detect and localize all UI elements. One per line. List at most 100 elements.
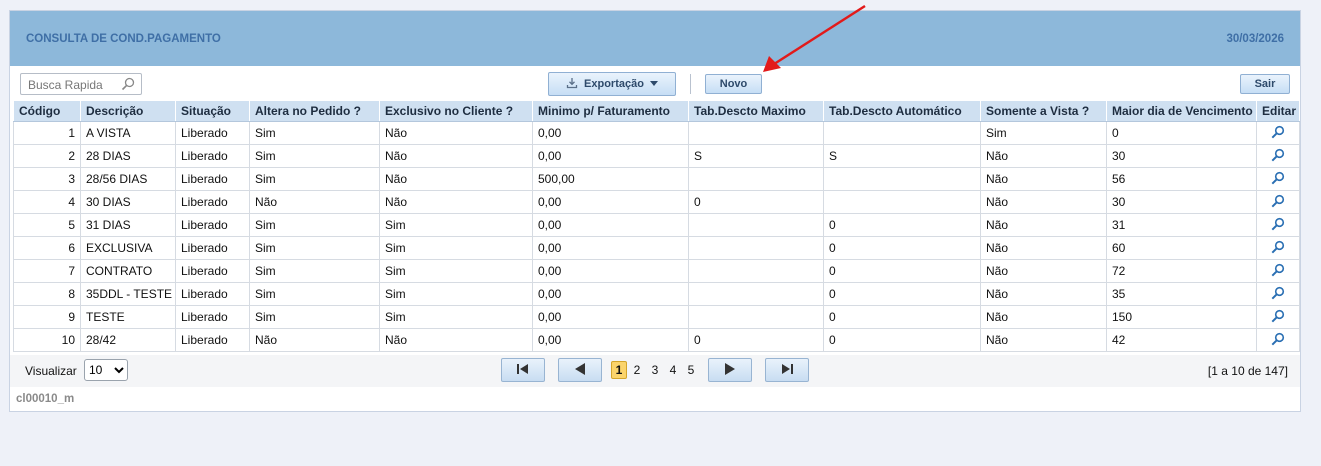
- table-cell: 9: [13, 305, 81, 329]
- table-row[interactable]: 7 CONTRATO Liberado Sim Sim 0,00 0 Não 72: [13, 259, 1300, 283]
- table-cell: 28/56 DIAS: [80, 167, 176, 191]
- table-cell: [823, 190, 981, 214]
- table-cell: Liberado: [175, 121, 250, 145]
- col-header-tab-descto-maximo[interactable]: Tab.Descto Maximo: [688, 100, 824, 122]
- edit-cell: [1256, 328, 1300, 352]
- page-size-select[interactable]: 10: [84, 359, 128, 381]
- payment-conditions-table: Código Descrição Situação Altera no Pedi…: [13, 100, 1300, 352]
- search-input[interactable]: Busca Rapida: [20, 73, 142, 95]
- edit-icon[interactable]: [1271, 148, 1285, 165]
- edit-icon[interactable]: [1271, 125, 1285, 142]
- table-cell: 35: [1106, 282, 1257, 306]
- table-cell: Não: [980, 213, 1107, 237]
- table-row[interactable]: 4 30 DIAS Liberado Não Não 0,00 0 Não 30: [13, 190, 1300, 214]
- table-row[interactable]: 5 31 DIAS Liberado Sim Sim 0,00 0 Não 31: [13, 213, 1300, 237]
- skip-first-icon: [517, 363, 529, 377]
- table-body: 1A VISTA Liberado Sim Não 0,00 Sim 0 2 28 DIAS Li…: [13, 121, 1300, 352]
- export-button[interactable]: Exportação: [548, 72, 676, 96]
- table-cell: 500,00: [532, 167, 689, 191]
- table-cell: 1: [13, 121, 81, 145]
- col-header-exclusivo-cliente[interactable]: Exclusivo no Cliente ?: [379, 100, 533, 122]
- sair-button[interactable]: Sair: [1240, 74, 1290, 94]
- last-page-button[interactable]: [765, 358, 809, 382]
- search-icon[interactable]: [121, 77, 135, 94]
- table-cell: 72: [1106, 259, 1257, 283]
- table-cell: 35DDL - TESTE: [80, 282, 176, 306]
- col-header-codigo[interactable]: Código: [13, 100, 81, 122]
- table-cell: 0: [823, 236, 981, 260]
- col-header-somente-vista[interactable]: Somente a Vista ?: [980, 100, 1107, 122]
- table-cell: Sim: [379, 282, 533, 306]
- col-header-tab-descto-automatico[interactable]: Tab.Descto Automático: [823, 100, 981, 122]
- page-number-3[interactable]: 3: [647, 361, 663, 379]
- table-row[interactable]: 10 28/42 Liberado Não Não 0,00 0 0 Não 42: [13, 328, 1300, 352]
- table-cell: 0: [688, 328, 824, 352]
- table-cell: [688, 121, 824, 145]
- table-cell: Não: [980, 236, 1107, 260]
- edit-cell: [1256, 167, 1300, 191]
- col-header-altera-pedido[interactable]: Altera no Pedido ?: [249, 100, 380, 122]
- table-cell: [688, 236, 824, 260]
- table-cell: EXCLUSIVA: [80, 236, 176, 260]
- prev-page-button[interactable]: [558, 358, 602, 382]
- table-row[interactable]: 3 28/56 DIAS Liberado Sim Não 500,00 Não 56: [13, 167, 1300, 191]
- next-page-button[interactable]: [708, 358, 752, 382]
- page-number-2[interactable]: 2: [629, 361, 645, 379]
- table-cell: [823, 121, 981, 145]
- edit-cell: [1256, 121, 1300, 145]
- table-cell: Não: [379, 167, 533, 191]
- toolbar: Busca Rapida Exportação Novo Sair: [10, 66, 1300, 100]
- edit-cell: [1256, 259, 1300, 283]
- col-header-maior-dia-vencimento[interactable]: Maior dia de Vencimento: [1106, 100, 1257, 122]
- table-row[interactable]: 8 35DDL - TESTE Liberado Sim Sim 0,00 0 Não 35: [13, 282, 1300, 306]
- table-cell: 31: [1106, 213, 1257, 237]
- search-placeholder: Busca Rapida: [28, 78, 103, 92]
- annotation-arrow-icon: [763, 4, 866, 72]
- download-icon: [566, 77, 578, 92]
- table-cell: Sim: [249, 213, 380, 237]
- table-cell: Liberado: [175, 213, 250, 237]
- table-cell: 0: [688, 190, 824, 214]
- first-page-button[interactable]: [501, 358, 545, 382]
- edit-icon[interactable]: [1271, 309, 1285, 326]
- edit-icon[interactable]: [1271, 240, 1285, 257]
- edit-icon[interactable]: [1271, 171, 1285, 188]
- table-row[interactable]: 6 EXCLUSIVA Liberado Sim Sim 0,00 0 Não 60: [13, 236, 1300, 260]
- table-cell: 42: [1106, 328, 1257, 352]
- table-cell: Não: [379, 121, 533, 145]
- table-cell: Liberado: [175, 305, 250, 329]
- table-row[interactable]: 9 TESTE Liberado Sim Sim 0,00 0 Não 150: [13, 305, 1300, 329]
- table-cell: 0,00: [532, 259, 689, 283]
- table-cell: 0: [823, 305, 981, 329]
- toolbar-divider: [690, 74, 691, 94]
- table-cell: Não: [980, 305, 1107, 329]
- table-row[interactable]: 1A VISTA Liberado Sim Não 0,00 Sim 0: [13, 121, 1300, 145]
- page-number-5[interactable]: 5: [683, 361, 699, 379]
- table-cell: Não: [980, 282, 1107, 306]
- export-label: Exportação: [584, 78, 644, 90]
- page-number-1[interactable]: 1: [611, 361, 627, 379]
- edit-icon[interactable]: [1271, 194, 1285, 211]
- col-header-situacao[interactable]: Situação: [175, 100, 250, 122]
- table-cell: [688, 282, 824, 306]
- edit-icon[interactable]: [1271, 332, 1285, 349]
- table-cell: S: [823, 144, 981, 168]
- page-number-4[interactable]: 4: [665, 361, 681, 379]
- table-cell: Liberado: [175, 236, 250, 260]
- col-header-minimo-faturamento[interactable]: Minimo p/ Faturamento: [532, 100, 689, 122]
- table-cell: 31 DIAS: [80, 213, 176, 237]
- screen-id: cl00010_m: [16, 393, 75, 405]
- table-cell: 28/42: [80, 328, 176, 352]
- table-cell: 30: [1106, 190, 1257, 214]
- table-cell: 0: [1106, 121, 1257, 145]
- table-cell: 0,00: [532, 236, 689, 260]
- table-cell: 30 DIAS: [80, 190, 176, 214]
- edit-icon[interactable]: [1271, 263, 1285, 280]
- col-header-descricao[interactable]: Descrição: [80, 100, 176, 122]
- table-row[interactable]: 2 28 DIAS Liberado Sim Não 0,00 S S Não 30: [13, 144, 1300, 168]
- table-cell: 28 DIAS: [80, 144, 176, 168]
- arrow-left-icon: [575, 362, 585, 378]
- edit-icon[interactable]: [1271, 217, 1285, 234]
- edit-icon[interactable]: [1271, 286, 1285, 303]
- novo-button[interactable]: Novo: [705, 74, 762, 94]
